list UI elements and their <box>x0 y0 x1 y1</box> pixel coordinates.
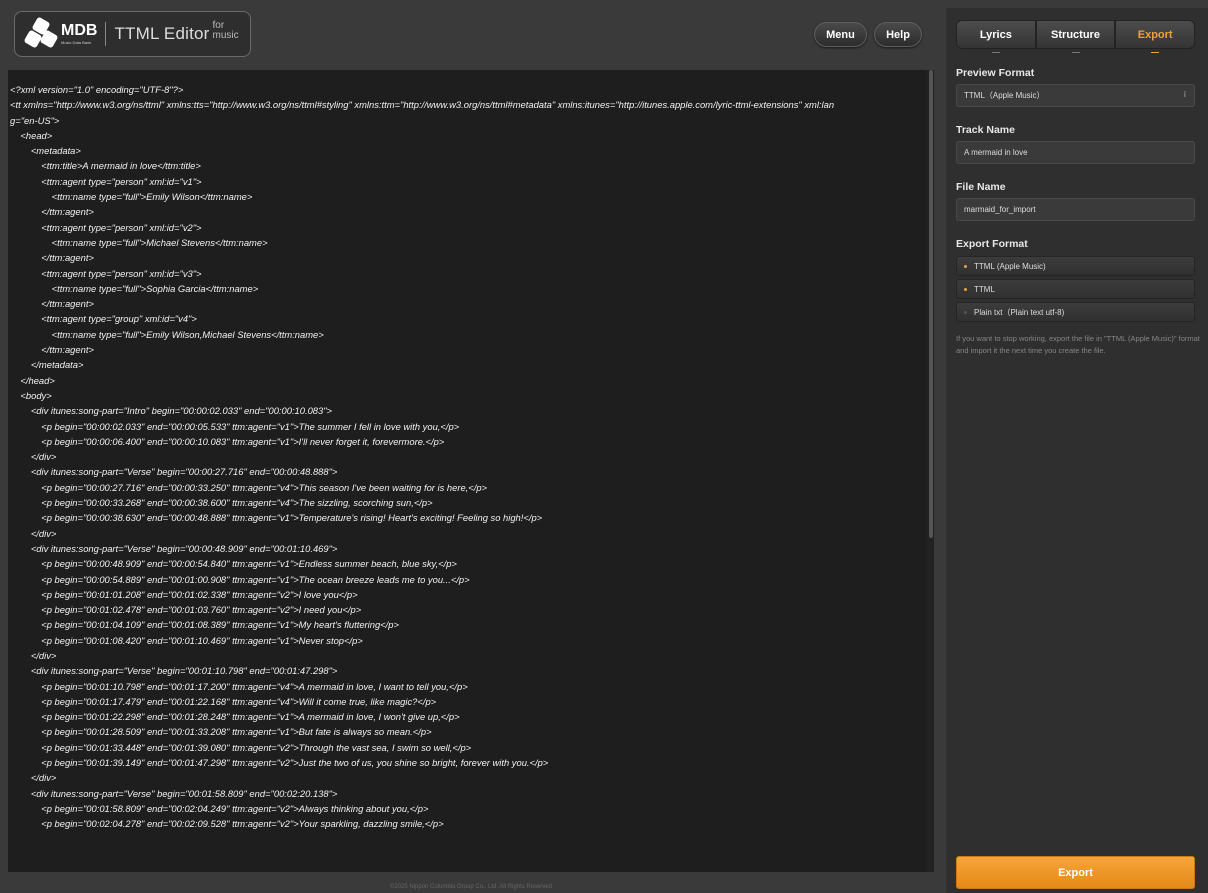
code-line[interactable]: <div itunes:song-part="Verse" begin="00:… <box>8 464 928 479</box>
export-format-label: Export Format <box>956 238 1028 250</box>
code-line[interactable]: <p begin="00:01:02.478" end="00:01:03.76… <box>8 602 928 617</box>
tab-structure[interactable]: Structure <box>1035 20 1116 53</box>
code-line[interactable]: <ttm:agent type="person" xml:id="v3"> <box>8 266 928 281</box>
app-logo[interactable]: MDB Music Data Bank TTML Editor for musi… <box>14 11 251 57</box>
select-caret-icon: ⅰ <box>1183 90 1186 99</box>
code-line[interactable]: </ttm:agent> <box>8 342 928 357</box>
code-line[interactable]: <head> <box>8 128 928 143</box>
code-line[interactable]: <div itunes:song-part="Verse" begin="00:… <box>8 663 928 678</box>
export-hint-text: If you want to stop working, export the … <box>956 334 1200 355</box>
code-line[interactable]: <ttm:agent type="group" xml:id="v4"> <box>8 311 928 326</box>
code-line[interactable]: <tt xmlns="http://www.w3.org/ns/ttml" xm… <box>8 97 928 112</box>
code-line[interactable]: <ttm:name type="full">Emily Wilson,Micha… <box>8 327 928 342</box>
editor-scrollbar[interactable] <box>926 70 934 872</box>
code-line[interactable]: <p begin="00:00:27.716" end="00:00:33.25… <box>8 480 928 495</box>
code-line[interactable]: </ttm:agent> <box>8 204 928 219</box>
file-name-label: File Name <box>956 181 1006 193</box>
ttml-code[interactable]: <?xml version="1.0" encoding="UTF-8"?> <t… <box>8 82 928 832</box>
code-line[interactable]: <ttm:name type="full">Michael Stevens</t… <box>8 235 928 250</box>
code-line[interactable]: <p begin="00:01:17.479" end="00:01:22.16… <box>8 694 928 709</box>
code-line[interactable]: <p begin="00:00:06.400" end="00:00:10.08… <box>8 434 928 449</box>
code-line[interactable]: <p begin="00:00:38.630" end="00:00:48.88… <box>8 510 928 525</box>
code-line[interactable]: <metadata> <box>8 143 928 158</box>
code-line[interactable]: <p begin="00:00:33.268" end="00:00:38.60… <box>8 495 928 510</box>
code-line[interactable]: </head> <box>8 373 928 388</box>
code-line[interactable]: <p begin="00:01:28.509" end="00:01:33.20… <box>8 724 928 739</box>
code-line[interactable]: <p begin="00:01:04.109" end="00:01:08.38… <box>8 617 928 632</box>
code-line[interactable]: </div> <box>8 526 928 541</box>
code-line[interactable]: <body> <box>8 388 928 403</box>
code-line[interactable]: <p begin="00:00:48.909" end="00:00:54.84… <box>8 556 928 571</box>
code-line[interactable]: <ttm:title>A mermaid in love</ttm:title> <box>8 158 928 173</box>
code-line[interactable]: <div itunes:song-part="Verse" begin="00:… <box>8 786 928 801</box>
panel-tabs: Lyrics Structure Export <box>956 20 1196 53</box>
copyright-footer: ©2025 Nippon Columbia Group Co., Ltd. Al… <box>389 884 553 890</box>
code-line[interactable]: <p begin="00:01:01.208" end="00:01:02.33… <box>8 587 928 602</box>
track-name-label: Track Name <box>956 124 1015 136</box>
code-line[interactable]: <p begin="00:00:02.033" end="00:00:05.53… <box>8 419 928 434</box>
preview-format-select[interactable]: TTML（Apple Music） ⅰ <box>956 84 1195 107</box>
export-option-ttml[interactable]: TTML <box>956 279 1195 299</box>
menu-button[interactable]: Menu <box>814 22 867 47</box>
export-option-plain-txt[interactable]: Plain txt（Plain text utf-8) <box>956 302 1195 322</box>
code-line[interactable]: <p begin="00:01:10.798" end="00:01:17.20… <box>8 679 928 694</box>
logo-subtext: Music Data Bank <box>61 40 92 45</box>
code-line[interactable]: <?xml version="1.0" encoding="UTF-8"?> <box>8 82 928 97</box>
help-button[interactable]: Help <box>874 22 922 47</box>
preview-format-label: Preview Format <box>956 67 1035 79</box>
code-line[interactable]: <p begin="00:02:04.278" end="00:02:09.52… <box>8 816 928 831</box>
radio-selected-icon <box>964 264 967 268</box>
code-line[interactable]: </div> <box>8 449 928 464</box>
code-line[interactable]: <p begin="00:01:08.420" end="00:01:10.46… <box>8 633 928 648</box>
logo-text: MDB <box>61 22 98 39</box>
radio-selected-icon <box>964 287 967 291</box>
code-line[interactable]: <p begin="00:00:54.889" end="00:01:00.90… <box>8 572 928 587</box>
export-button[interactable]: Export <box>956 856 1195 889</box>
code-line[interactable]: <div itunes:song-part="Intro" begin="00:… <box>8 403 928 418</box>
export-panel: Lyrics Structure Export Preview Format T… <box>946 8 1208 893</box>
code-line[interactable]: <ttm:name type="full">Emily Wilson</ttm:… <box>8 189 928 204</box>
code-line[interactable]: </ttm:agent> <box>8 250 928 265</box>
code-line[interactable]: g="en-US"> <box>8 113 928 128</box>
code-line[interactable]: </div> <box>8 648 928 663</box>
radio-unselected-icon <box>964 310 967 314</box>
code-line[interactable]: <p begin="00:01:58.809" end="00:02:04.24… <box>8 801 928 816</box>
file-name-input[interactable]: marmaid_for_import <box>956 198 1195 221</box>
logo-divider <box>105 22 107 46</box>
mdb-logo-icon <box>23 16 59 50</box>
code-editor[interactable]: <?xml version="1.0" encoding="UTF-8"?> <t… <box>8 70 934 872</box>
code-line[interactable]: </ttm:agent> <box>8 296 928 311</box>
export-option-ttml-apple[interactable]: TTML (Apple Music) <box>956 256 1195 276</box>
app-header: MDB Music Data Bank TTML Editor for musi… <box>8 8 940 60</box>
track-name-input[interactable]: A mermaid in love <box>956 141 1195 164</box>
tab-export[interactable]: Export <box>1115 20 1196 53</box>
app-subtitle: for music <box>212 20 239 41</box>
code-line[interactable]: <ttm:name type="full">Sophia Garcia</ttm… <box>8 281 928 296</box>
scrollbar-thumb[interactable] <box>929 70 933 538</box>
code-line[interactable]: <ttm:agent type="person" xml:id="v2"> <box>8 220 928 235</box>
app-title: TTML Editor <box>114 24 210 43</box>
code-line[interactable]: <p begin="00:01:39.149" end="00:01:47.29… <box>8 755 928 770</box>
code-line[interactable]: </div> <box>8 770 928 785</box>
code-line[interactable]: <p begin="00:01:22.298" end="00:01:28.24… <box>8 709 928 724</box>
code-line[interactable]: </metadata> <box>8 357 928 372</box>
code-line[interactable]: <ttm:agent type="person" xml:id="v1"> <box>8 174 928 189</box>
code-line[interactable]: <div itunes:song-part="Verse" begin="00:… <box>8 541 928 556</box>
tab-lyrics[interactable]: Lyrics <box>956 20 1036 53</box>
code-line[interactable]: <p begin="00:01:33.448" end="00:01:39.08… <box>8 740 928 755</box>
